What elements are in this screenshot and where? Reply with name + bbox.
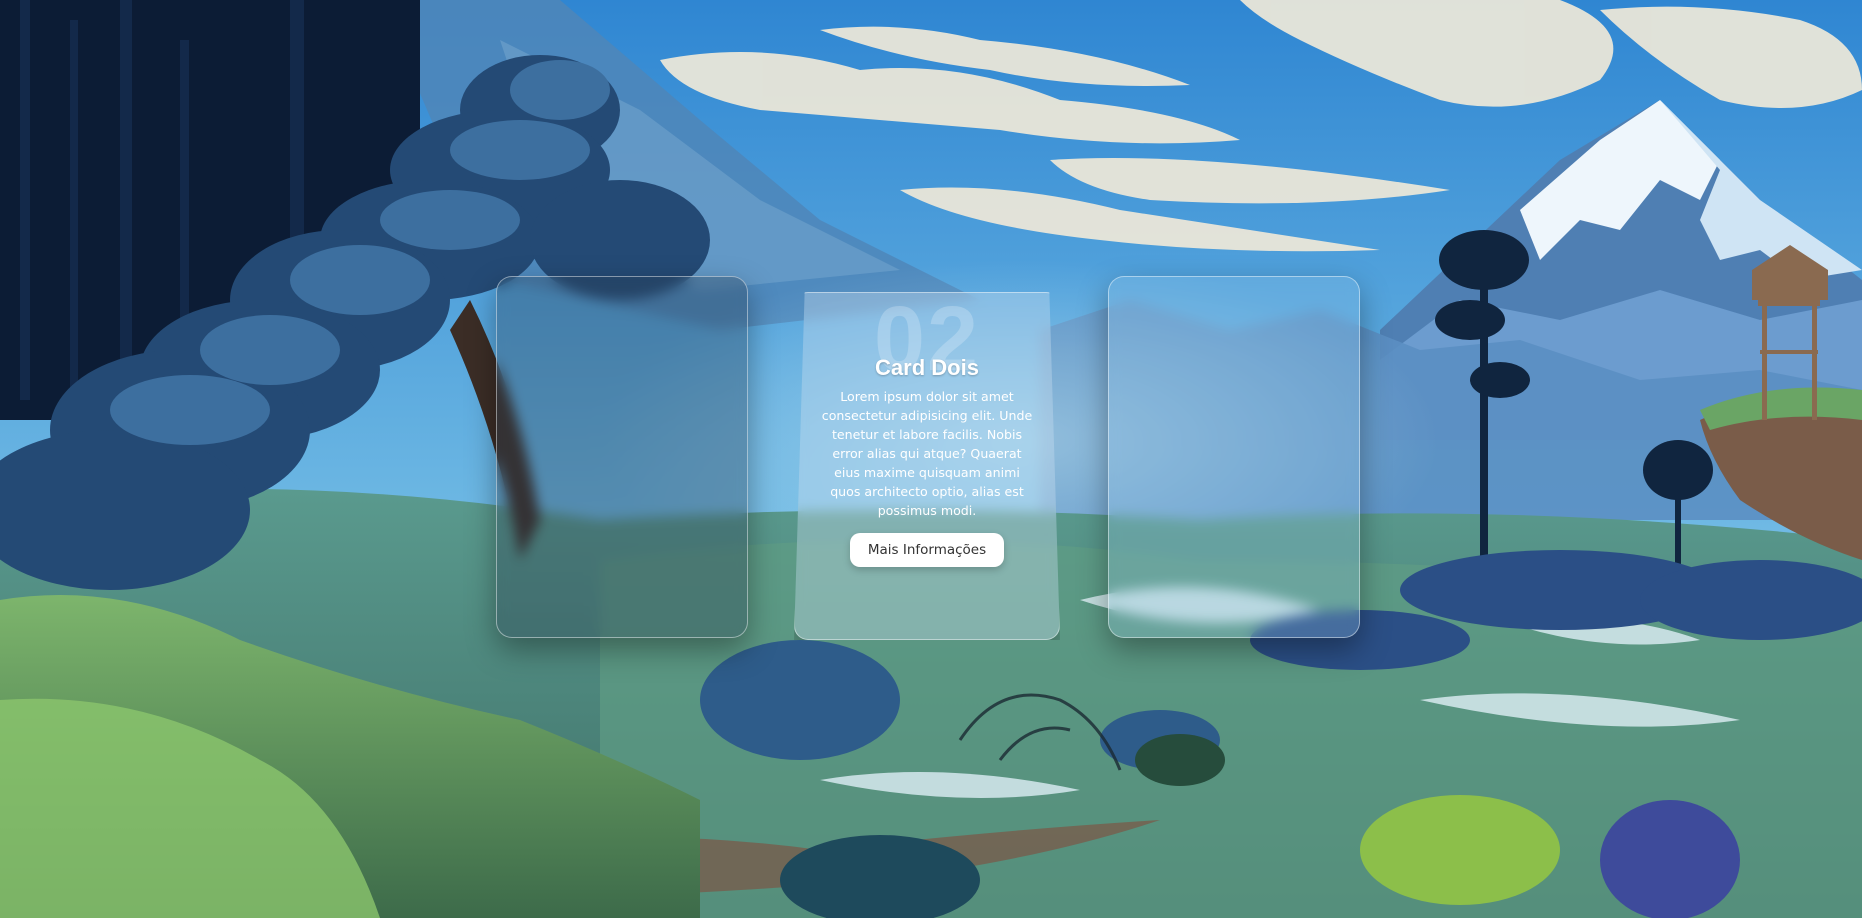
card-title: Card Dois bbox=[875, 355, 979, 380]
more-info-button[interactable]: Mais Informações bbox=[850, 533, 1004, 567]
card-description: Lorem ipsum dolor sit amet consectetur a… bbox=[821, 389, 1033, 518]
card-one[interactable] bbox=[496, 276, 748, 638]
card-three[interactable] bbox=[1108, 276, 1360, 638]
card-two[interactable]: 02 Card Dois Lorem ipsum dolor sit amet … bbox=[794, 292, 1060, 640]
